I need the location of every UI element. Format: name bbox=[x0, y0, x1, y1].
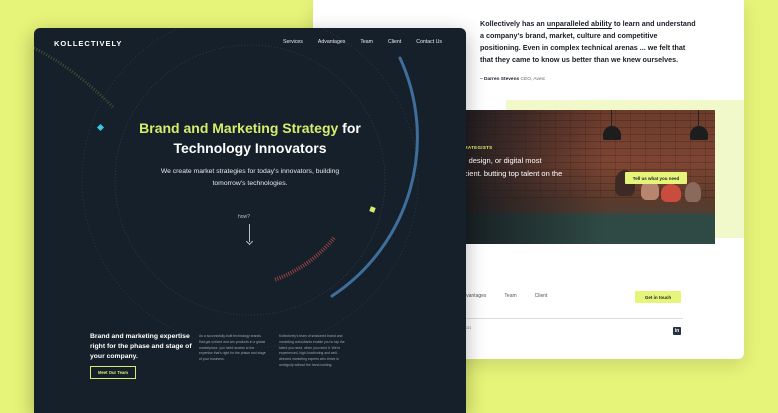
linkedin-icon[interactable]: in bbox=[673, 327, 681, 335]
person-figure bbox=[661, 184, 681, 202]
intro-paragraph-2: Kollectively's team of seasoned brand an… bbox=[279, 334, 345, 367]
lime-square-icon bbox=[369, 206, 376, 213]
author-role: CEO, Avetc bbox=[520, 77, 546, 82]
get-in-touch-button[interactable]: Get in touch bbox=[635, 291, 681, 303]
section-heading: Brand and marketing expertise right for … bbox=[90, 333, 192, 360]
nav-contact-us[interactable]: Contact Us bbox=[416, 39, 442, 45]
intro-paragraph-1: As a successfully-built technology brand… bbox=[199, 334, 266, 362]
footer-divider bbox=[465, 318, 683, 319]
footer-nav: Advantages Team Client bbox=[460, 293, 547, 299]
nav-services[interactable]: Services bbox=[283, 39, 303, 45]
quote-highlight: unparalleled ability bbox=[546, 19, 612, 29]
pendant-lamp-icon bbox=[690, 110, 708, 140]
footer-nav-team[interactable]: Team bbox=[504, 293, 516, 299]
meet-our-team-button[interactable]: Meet Our Team bbox=[90, 366, 136, 379]
testimonial-quote: Kollectively has an unparalleled ability… bbox=[480, 18, 700, 66]
author-name: – Darren Stevens bbox=[480, 77, 520, 82]
quote-text-start: Kollectively has an bbox=[480, 19, 547, 28]
logo[interactable]: KOLLECTIVELY bbox=[54, 39, 122, 48]
hero-title-suffix: for bbox=[338, 120, 361, 136]
pendant-lamp-icon bbox=[603, 110, 621, 140]
person-figure bbox=[685, 182, 701, 202]
front-page-preview: KOLLECTIVELY Services Advantages Team Cl… bbox=[34, 28, 466, 413]
red-dash-arc bbox=[273, 236, 336, 282]
tell-us-button[interactable]: Tell us what you need bbox=[625, 172, 687, 184]
nav-advantages[interactable]: Advantages bbox=[318, 39, 345, 45]
nav-team[interactable]: Team bbox=[360, 39, 373, 45]
hero-title-line2: Technology Innovators bbox=[173, 140, 327, 156]
hero-title: Brand and Marketing Strategy for Technolo… bbox=[34, 118, 466, 158]
hero-title-accent: Brand and Marketing Strategy bbox=[139, 120, 339, 136]
nav-client[interactable]: Client bbox=[388, 39, 401, 45]
hero-subtitle: We create market strategies for today's … bbox=[160, 168, 340, 187]
quote-author: – Darren Stevens CEO, Avetc bbox=[480, 77, 545, 82]
strategists-text: ent, design, or digital most efficient. … bbox=[454, 156, 563, 178]
how-link[interactable]: how? bbox=[238, 214, 250, 220]
main-nav: Services Advantages Team Client Contact … bbox=[283, 39, 442, 45]
green-dot-swirl bbox=[34, 46, 116, 110]
footer-nav-client[interactable]: Client bbox=[535, 293, 548, 299]
